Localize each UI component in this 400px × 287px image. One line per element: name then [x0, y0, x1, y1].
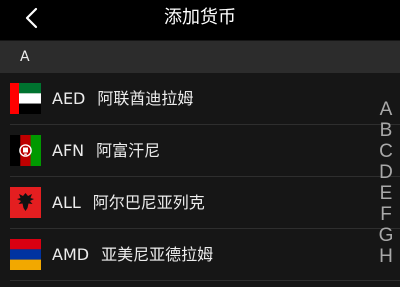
- index-letter-c[interactable]: C: [376, 141, 396, 162]
- row-divider: [10, 280, 400, 281]
- section-letter: A: [20, 49, 30, 65]
- currency-code: AFN: [52, 141, 85, 160]
- currency-row-afn[interactable]: AFN 阿富汗尼: [0, 125, 400, 177]
- currency-code: AMD: [52, 245, 90, 264]
- currency-label: ALL 阿尔巴尼亚列克: [52, 177, 205, 228]
- index-letter-a[interactable]: A: [376, 99, 396, 120]
- currency-name: 阿联酋迪拉姆: [97, 89, 194, 108]
- currency-label: AED 阿联酋迪拉姆: [52, 73, 193, 124]
- index-letter-h[interactable]: H: [376, 246, 396, 267]
- uae-flag-icon: [10, 83, 41, 114]
- chevron-left-icon: [25, 7, 38, 29]
- armenia-flag-icon: [10, 239, 41, 270]
- currency-row-all[interactable]: ALL 阿尔巴尼亚列克: [0, 177, 400, 229]
- afghanistan-flag-icon: [10, 135, 41, 166]
- top-bar: 添加货币: [0, 0, 400, 40]
- currency-name: 亚美尼亚德拉姆: [101, 245, 214, 264]
- index-letter-d[interactable]: D: [376, 162, 396, 183]
- currency-code: AED: [52, 89, 86, 108]
- page-title: 添加货币: [164, 7, 236, 28]
- albania-flag-icon: [10, 187, 41, 218]
- back-button[interactable]: [20, 5, 46, 31]
- index-letter-e[interactable]: E: [376, 183, 396, 204]
- currency-label: AFN 阿富汗尼: [52, 125, 160, 176]
- currency-row-aed[interactable]: AED 阿联酋迪拉姆: [0, 73, 400, 125]
- currency-name: 阿富汗尼: [96, 141, 161, 160]
- currency-code: ALL: [52, 193, 81, 212]
- index-letter-g[interactable]: G: [376, 225, 396, 246]
- currency-name: 阿尔巴尼亚列克: [92, 193, 205, 212]
- section-header: A: [0, 41, 400, 73]
- index-letter-f[interactable]: F: [376, 204, 396, 225]
- index-letter-b[interactable]: B: [376, 120, 396, 141]
- currency-row-amd[interactable]: AMD 亚美尼亚德拉姆: [0, 229, 400, 281]
- alphabet-index-bar[interactable]: A B C D E F G H: [376, 99, 396, 267]
- currency-list: AED 阿联酋迪拉姆 AFN 阿富汗尼 ALL 阿尔巴尼亚列克 AMD 亚美尼亚…: [0, 73, 400, 281]
- currency-label: AMD 亚美尼亚德拉姆: [52, 229, 213, 280]
